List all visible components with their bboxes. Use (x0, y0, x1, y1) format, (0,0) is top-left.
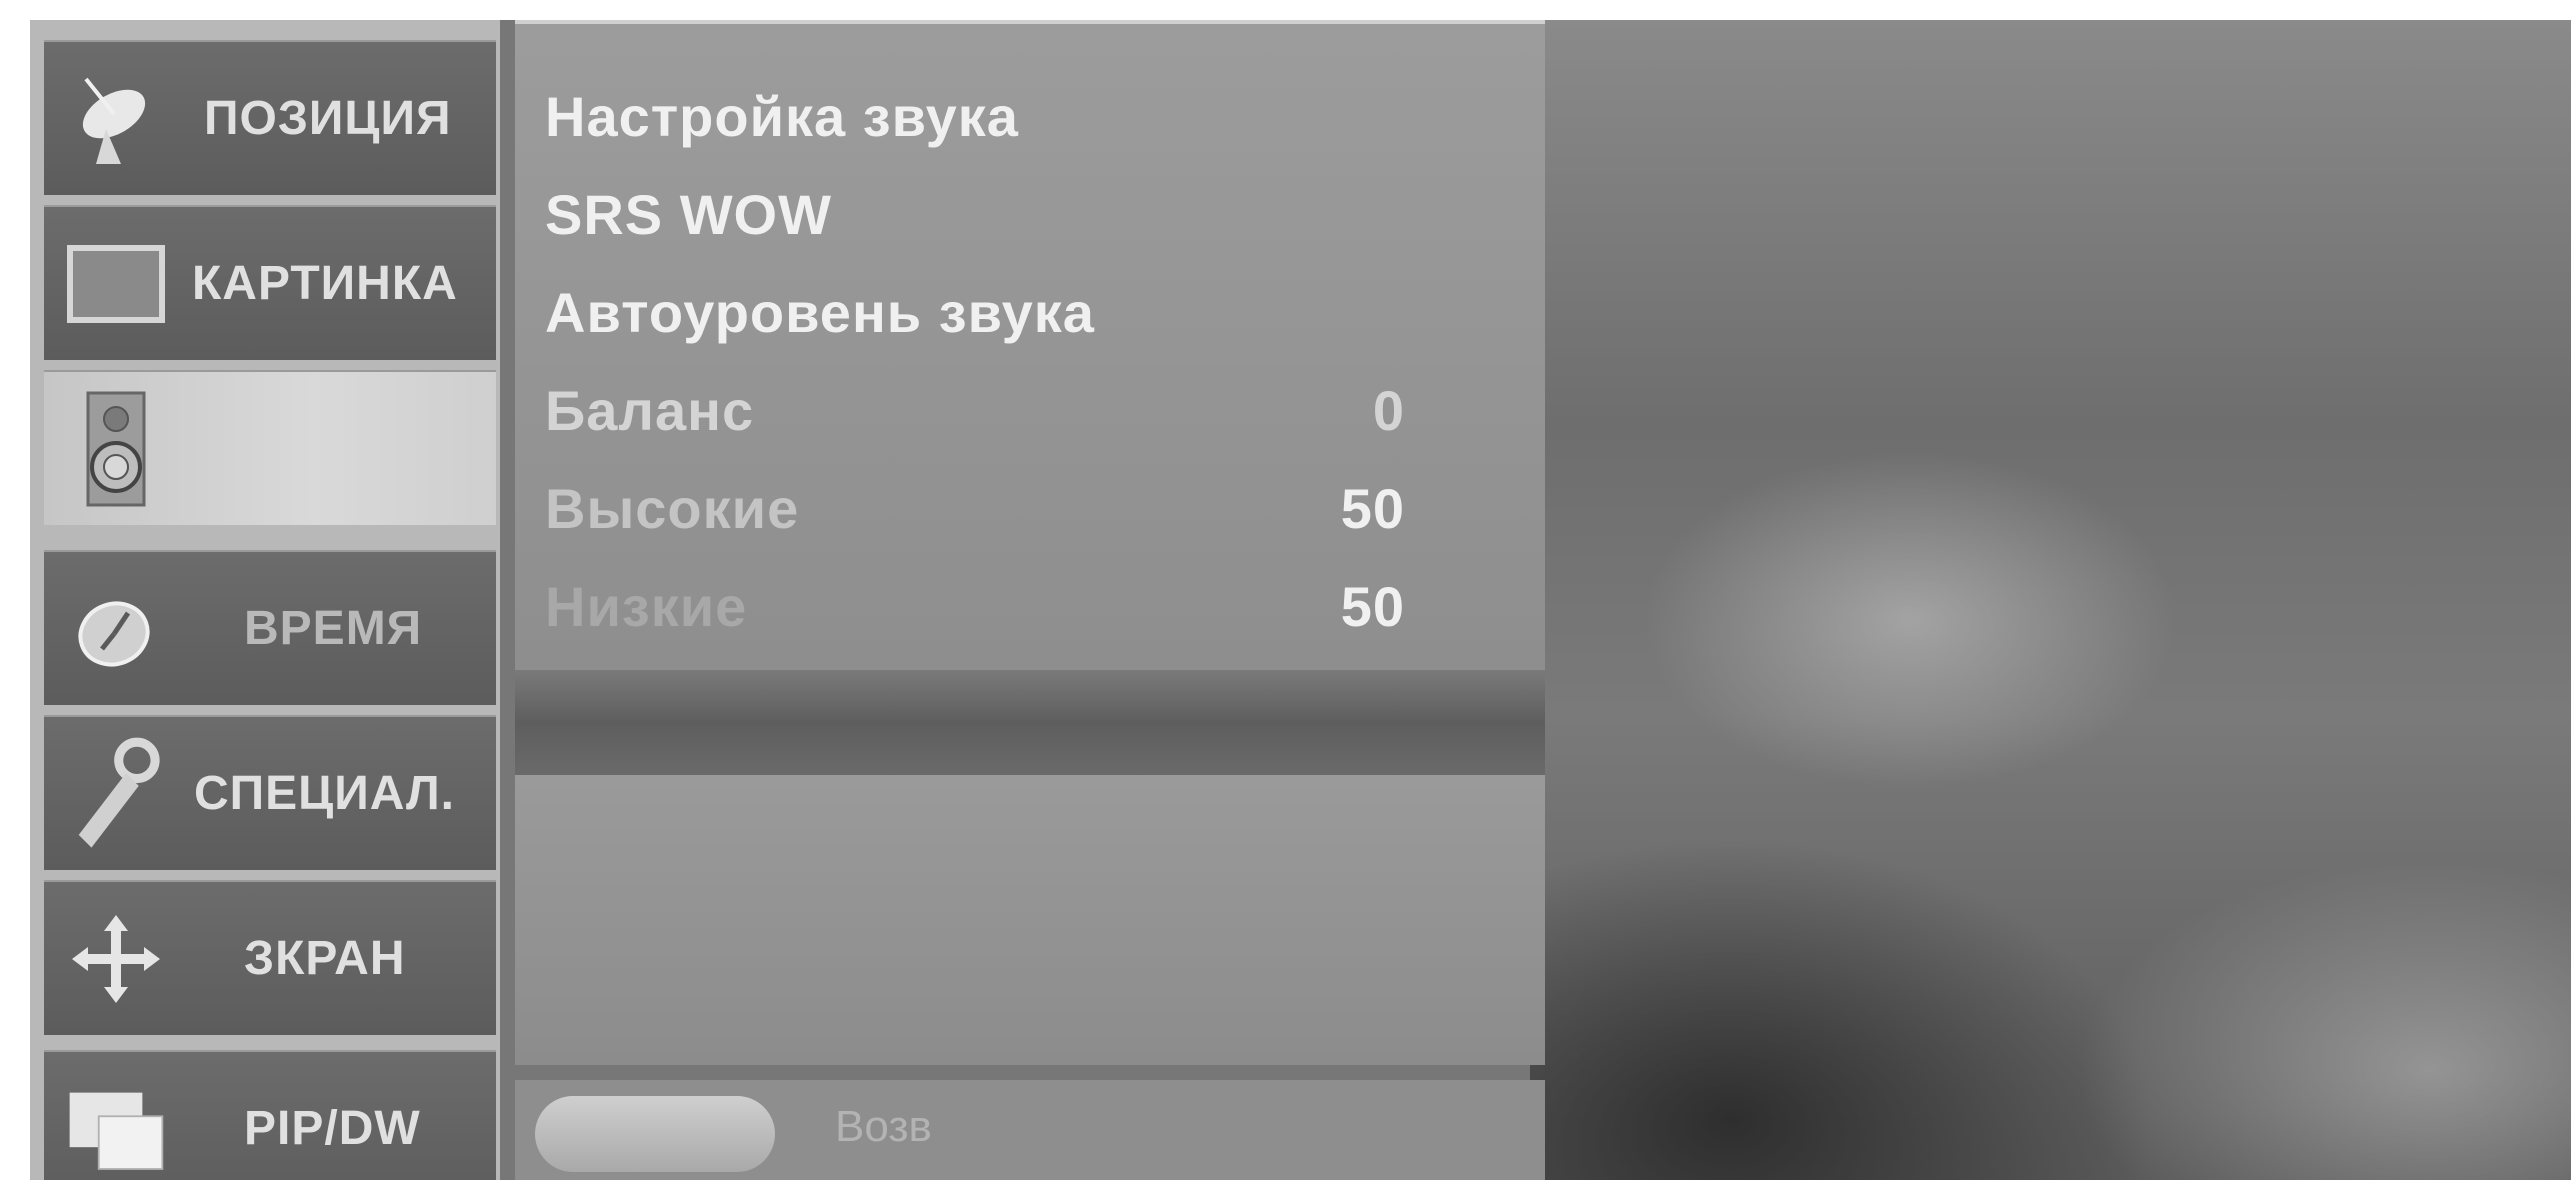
bottom-bar: Возв (515, 1080, 1545, 1180)
menu-item-srs-wow[interactable]: SRS WOW (545, 182, 1405, 272)
sidebar-item-pip[interactable]: PIP/DW (44, 1050, 496, 1180)
sidebar: ПОЗИЦИЯ КАРТИНКА ВРЕМЯ СПЕЦИАЛ. ЗКРАН PI… (30, 20, 500, 1180)
menu-item-auto-volume[interactable]: Автоуровень звука (545, 280, 1405, 370)
sidebar-item-label: ЗКРАН (244, 932, 406, 985)
menu-item-value: 0 (1372, 379, 1405, 442)
sidebar-item-label: PIP/DW (244, 1102, 421, 1155)
panel-divider-shadow (515, 670, 1545, 775)
sidebar-item-screen[interactable]: ЗКРАН (44, 880, 496, 1035)
menu-item-label: Баланс (545, 379, 755, 442)
move-arrows-icon (66, 909, 166, 1009)
clock-icon (66, 579, 166, 679)
key-icon (66, 737, 166, 848)
sidebar-item-label: СПЕЦИАЛ. (194, 767, 456, 820)
menu-item-label: Автоуровень звука (545, 281, 1095, 344)
empty-panel (515, 775, 1545, 1065)
menu-item-treble[interactable]: Высокие 50 (545, 476, 1405, 566)
sidebar-item-sound[interactable] (44, 370, 496, 525)
speaker-icon (66, 391, 166, 506)
sidebar-item-label: ПОЗИЦИЯ (204, 92, 452, 145)
sidebar-item-time[interactable]: ВРЕМЯ (44, 550, 496, 705)
tv-background (1530, 20, 2571, 1180)
sidebar-item-label: КАРТИНКА (192, 257, 458, 310)
pip-icon (66, 1079, 166, 1179)
picture-icon (66, 234, 166, 334)
menu-item-label: Высокие (545, 477, 800, 540)
menu-item-bass[interactable]: Низкие 50 (545, 574, 1405, 664)
sidebar-item-label: ВРЕМЯ (244, 602, 423, 655)
sidebar-item-picture[interactable]: КАРТИНКА (44, 205, 496, 360)
return-button[interactable] (535, 1096, 775, 1172)
tv-screen: ПОЗИЦИЯ КАРТИНКА ВРЕМЯ СПЕЦИАЛ. ЗКРАН PI… (30, 20, 2571, 1180)
satellite-dish-icon (66, 69, 166, 169)
menu-item-value: 50 (1340, 477, 1405, 540)
return-label: Возв (835, 1102, 932, 1151)
menu-item-sound-setting[interactable]: Настройка звука (545, 84, 1405, 174)
menu-item-label: Низкие (545, 575, 748, 638)
menu-item-balance[interactable]: Баланс 0 (545, 378, 1405, 468)
sidebar-item-position[interactable]: ПОЗИЦИЯ (44, 40, 496, 195)
menu-item-label: SRS WOW (545, 183, 832, 246)
sound-menu-panel: Настройка звука SRS WOW Автоуровень звук… (515, 20, 1545, 674)
menu-item-value: 50 (1340, 575, 1405, 638)
menu-item-label: Настройка звука (545, 85, 1019, 148)
sidebar-item-special[interactable]: СПЕЦИАЛ. (44, 715, 496, 870)
